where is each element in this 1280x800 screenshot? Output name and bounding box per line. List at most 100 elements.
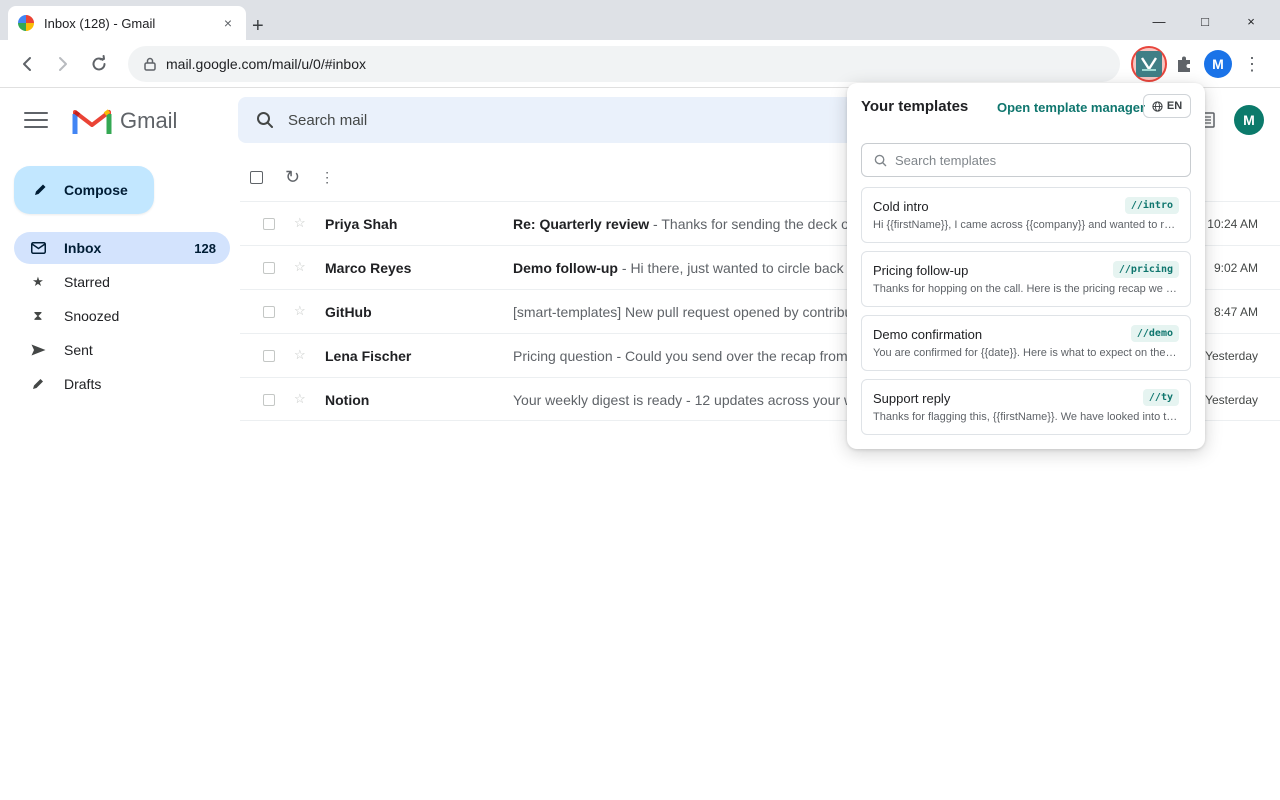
template-shortcut-badge: //intro <box>1124 197 1179 214</box>
email-preview: Demo follow-up - Hi there, just wanted t… <box>513 260 848 276</box>
email-checkbox[interactable] <box>263 306 275 318</box>
star-toggle-icon[interactable]: ☆ <box>294 391 306 407</box>
chrome-favicon-icon <box>18 15 34 31</box>
snooze-icon: ⧗ <box>33 308 43 323</box>
template-preview: You are confirmed for {{date}}. Here is … <box>873 347 1179 359</box>
tab-close-icon[interactable]: × <box>220 15 236 31</box>
address-url: mail.google.com/mail/u/0/#inbox <box>166 56 366 72</box>
gmail-logo[interactable]: Gmail <box>72 106 177 136</box>
email-checkbox[interactable] <box>263 394 275 406</box>
inbox-icon <box>30 240 46 256</box>
email-time: 10:24 AM <box>1207 217 1258 231</box>
email-snippet: - Thanks for sending the deck over <box>649 216 848 232</box>
extensions-puzzle-button[interactable] <box>1172 52 1196 76</box>
email-time: 9:02 AM <box>1213 261 1258 275</box>
template-card-pricing-follow-up[interactable]: Pricing follow-up //pricing Thanks for h… <box>861 251 1191 307</box>
sidebar-item-label: Inbox <box>64 240 102 256</box>
star-toggle-icon[interactable]: ☆ <box>294 259 306 275</box>
template-card-demo-confirmation[interactable]: Demo confirmation //demo You are confirm… <box>861 315 1191 371</box>
template-preview: Thanks for hopping on the call. Here is … <box>873 283 1179 295</box>
browser-tabstrip: Inbox (128) - Gmail × + — □ × <box>0 0 1280 40</box>
window-close-button[interactable]: × <box>1241 14 1261 29</box>
browser-profile-avatar[interactable]: M <box>1204 50 1232 78</box>
sidebar-item-inbox[interactable]: Inbox 128 <box>14 232 230 264</box>
template-card-cold-intro[interactable]: Cold intro //intro Hi {{firstName}}, I c… <box>861 187 1191 243</box>
reload-icon <box>92 55 106 71</box>
window-minimize-button[interactable]: — <box>1149 14 1169 29</box>
browser-menu-icon[interactable]: ⋮ <box>1240 52 1264 76</box>
forward-arrow-icon <box>59 57 67 71</box>
template-preview: Hi {{firstName}}, I came across {{compan… <box>873 219 1179 231</box>
back-button[interactable] <box>16 52 40 76</box>
template-preview: Thanks for flagging this, {{firstName}}.… <box>873 411 1179 423</box>
star-toggle-icon[interactable]: ☆ <box>294 347 306 363</box>
email-sender: Notion <box>325 392 370 408</box>
email-sender: Priya Shah <box>325 216 398 232</box>
forward-button[interactable] <box>50 52 74 76</box>
search-input[interactable]: Search mail <box>288 112 367 129</box>
gmail-wordmark: Gmail <box>120 108 178 133</box>
sidebar-item-snoozed[interactable]: ⧗ Snoozed <box>14 300 230 332</box>
open-template-manager-link[interactable]: Open template manager <box>997 100 1145 115</box>
back-arrow-icon <box>23 57 31 71</box>
search-icon[interactable] <box>256 111 274 129</box>
email-snippet: Pricing question - Could you send over t… <box>513 348 848 364</box>
template-search-placeholder: Search templates <box>895 152 997 168</box>
language-selector[interactable]: EN <box>1143 94 1191 118</box>
browser-tab-gmail[interactable]: Inbox (128) - Gmail × <box>8 6 246 40</box>
address-bar[interactable]: mail.google.com/mail/u/0/#inbox <box>128 46 1120 82</box>
template-card-support-reply[interactable]: Support reply //ty Thanks for flagging t… <box>861 379 1191 435</box>
browser-toolbar: mail.google.com/mail/u/0/#inbox M ⋮ <box>0 40 1280 88</box>
search-icon <box>874 154 887 166</box>
popup-title: Your templates <box>861 98 969 115</box>
email-snippet: [smart-templates] New pull request opene… <box>513 304 848 320</box>
email-preview: Your weekly digest is ready - 12 updates… <box>513 392 848 408</box>
email-preview: [smart-templates] New pull request opene… <box>513 304 848 320</box>
template-search-input[interactable]: Search templates <box>861 143 1191 177</box>
compose-label: Compose <box>64 182 128 198</box>
template-name: Cold intro <box>873 199 929 214</box>
more-actions-icon[interactable]: ⋮ <box>320 169 334 186</box>
window-maximize-button[interactable]: □ <box>1195 14 1215 29</box>
inbox-unread-count: 128 <box>194 240 216 256</box>
email-time: Yesterday <box>1205 349 1258 363</box>
new-tab-button[interactable]: + <box>252 16 264 36</box>
template-name: Pricing follow-up <box>873 263 969 278</box>
template-name: Support reply <box>873 391 951 406</box>
select-all-checkbox[interactable] <box>250 170 263 184</box>
email-checkbox[interactable] <box>263 218 275 230</box>
email-snippet: Your weekly digest is ready - 12 updates… <box>513 392 848 408</box>
mail-search-bar[interactable]: Search mail <box>238 97 878 143</box>
template-shortcut-badge: //pricing <box>1112 261 1179 278</box>
email-snippet: - Hi there, just wanted to circle back o… <box>618 260 848 276</box>
reload-button[interactable] <box>87 52 111 76</box>
email-checkbox[interactable] <box>263 262 275 274</box>
email-time: Yesterday <box>1205 393 1258 407</box>
template-shortcut-badge: //demo <box>1130 325 1179 342</box>
star-icon: ★ <box>32 274 44 289</box>
refresh-icon[interactable]: ↻ <box>285 167 300 188</box>
sidebar-item-label: Drafts <box>64 376 102 392</box>
sidebar-item-label: Snoozed <box>64 308 120 324</box>
email-checkbox[interactable] <box>263 350 275 362</box>
email-subject: Demo follow-up <box>513 260 618 276</box>
email-time: 8:47 AM <box>1213 305 1258 319</box>
sidebar-item-drafts[interactable]: Drafts <box>14 368 230 400</box>
gmail-m-icon <box>72 109 112 134</box>
sidebar-item-label: Sent <box>64 342 93 358</box>
star-toggle-icon[interactable]: ☆ <box>294 215 306 231</box>
templates-popup: Your templates Open template manager EN … <box>847 83 1205 449</box>
pencil-icon <box>35 184 46 195</box>
account-avatar[interactable]: M <box>1234 105 1264 135</box>
globe-icon <box>1152 100 1163 112</box>
template-extension-button[interactable] <box>1131 46 1167 82</box>
template-name: Demo confirmation <box>873 327 983 342</box>
star-toggle-icon[interactable]: ☆ <box>294 303 306 319</box>
email-sender: Lena Fischer <box>325 348 412 364</box>
main-menu-icon[interactable] <box>24 108 48 132</box>
compose-button[interactable]: Compose <box>14 166 154 214</box>
puzzle-icon <box>1178 56 1190 72</box>
sent-icon <box>30 342 46 358</box>
sidebar-item-starred[interactable]: ★ Starred <box>14 266 230 298</box>
sidebar-item-sent[interactable]: Sent <box>14 334 230 366</box>
